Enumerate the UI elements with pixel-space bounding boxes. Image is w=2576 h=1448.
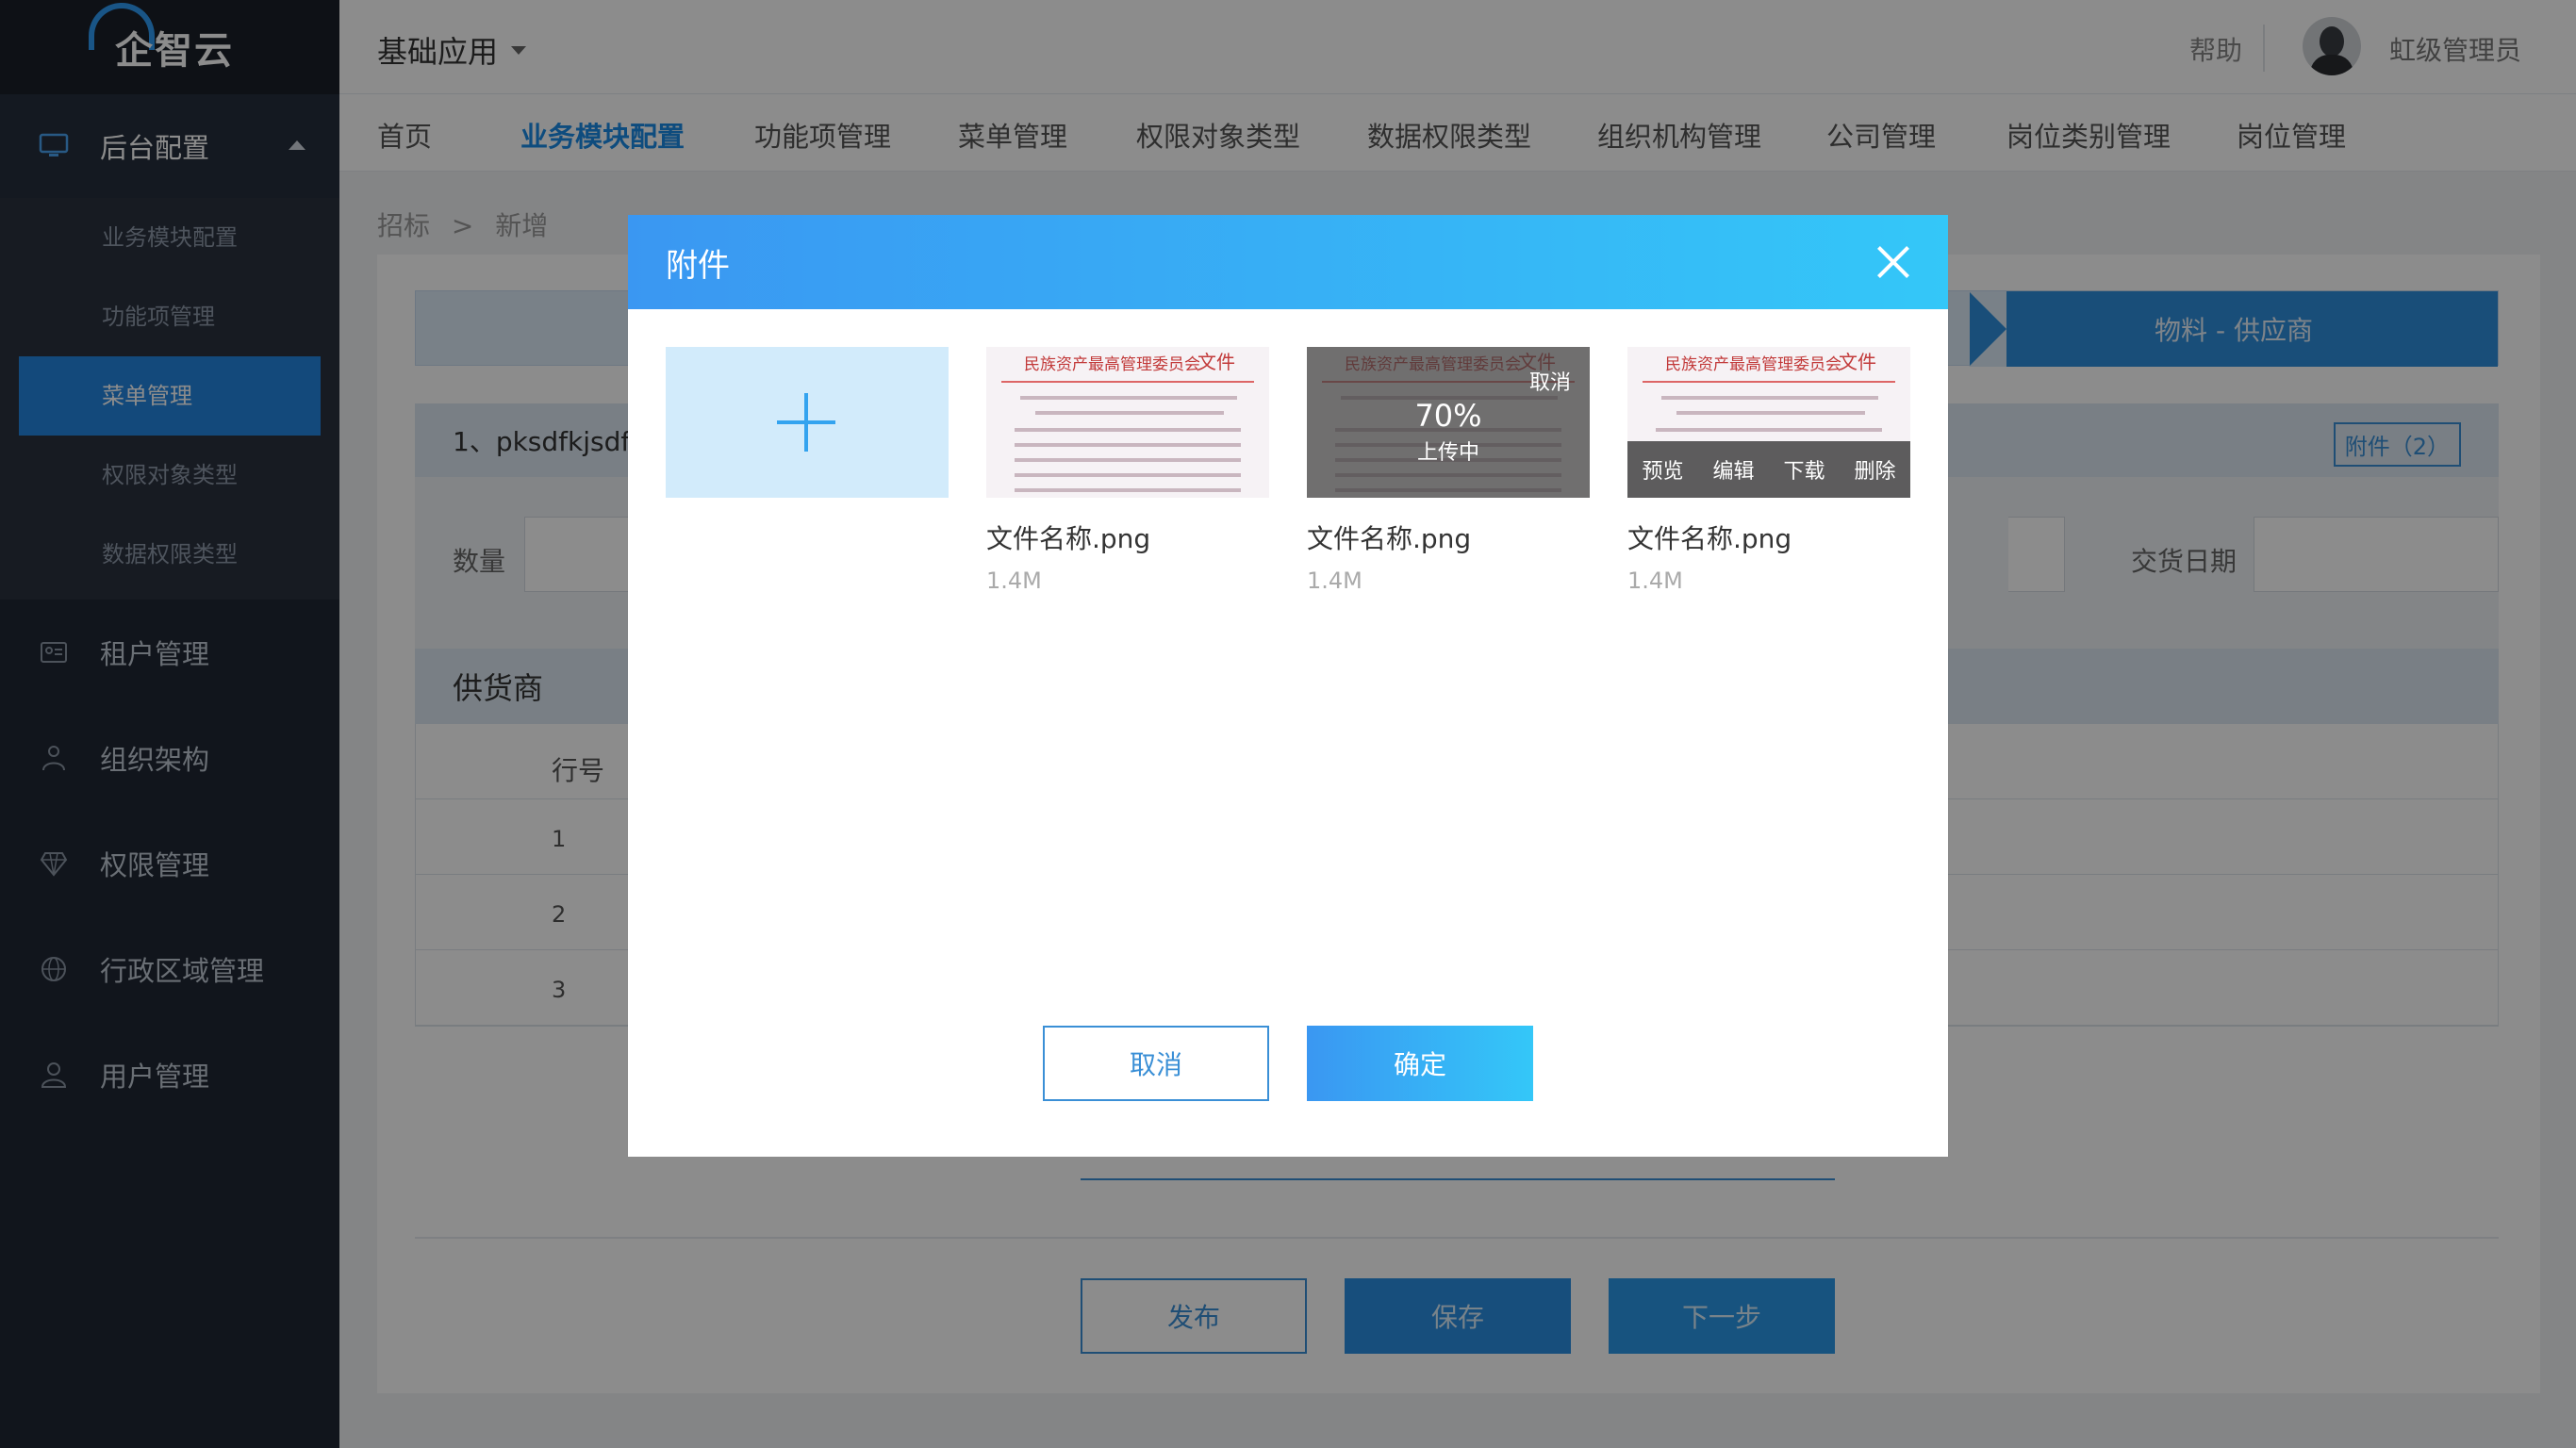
confirm-button[interactable]: 确定 bbox=[1307, 1026, 1533, 1101]
download-button[interactable]: 下载 bbox=[1783, 454, 1825, 485]
attachment-modal: 附件 民族资产最高管理委员会 文件 文件名称.png 1.4M 民族资产最高管理… bbox=[628, 215, 1948, 1157]
modal-header: 附件 bbox=[628, 215, 1948, 309]
cancel-button[interactable]: 取消 bbox=[1043, 1026, 1269, 1101]
doc-line bbox=[1015, 488, 1241, 492]
upload-progress-overlay: 取消 70% 上传中 bbox=[1307, 347, 1590, 498]
file-name: 文件名称.png bbox=[986, 523, 1151, 554]
file-size: 1.4M bbox=[1307, 568, 1362, 594]
close-icon[interactable] bbox=[1876, 245, 1910, 279]
file-name: 文件名称.png bbox=[1307, 523, 1472, 554]
modal-title: 附件 bbox=[666, 246, 730, 285]
doc-line bbox=[1020, 396, 1237, 400]
doc-line bbox=[1015, 443, 1241, 447]
doc-line bbox=[1015, 473, 1241, 477]
doc-header-text: 民族资产最高管理委员会 bbox=[1024, 355, 1200, 374]
upload-progress-percent: 70% bbox=[1414, 398, 1482, 434]
delete-button[interactable]: 删除 bbox=[1854, 454, 1895, 485]
file-name: 文件名称.png bbox=[1627, 523, 1792, 554]
doc-line bbox=[1656, 428, 1882, 432]
file-actions-bar: 预览 编辑 下载 删除 bbox=[1627, 441, 1910, 498]
file-thumbnail: 民族资产最高管理委员会 文件 预览 编辑 下载 删除 bbox=[1627, 347, 1910, 498]
file-size: 1.4M bbox=[1627, 568, 1683, 594]
doc-redline bbox=[1643, 381, 1895, 383]
doc-line bbox=[1676, 411, 1865, 415]
doc-tag-text: 文件 bbox=[1197, 351, 1235, 373]
edit-button[interactable]: 编辑 bbox=[1712, 454, 1754, 485]
doc-line bbox=[1035, 411, 1224, 415]
doc-tag-text: 文件 bbox=[1839, 351, 1876, 373]
file-size: 1.4M bbox=[986, 568, 1042, 594]
preview-button[interactable]: 预览 bbox=[1642, 454, 1683, 485]
doc-redline bbox=[1001, 381, 1254, 383]
file-thumbnail[interactable]: 民族资产最高管理委员会 文件 bbox=[986, 347, 1269, 498]
doc-line bbox=[1661, 396, 1878, 400]
file-thumbnail: 民族资产最高管理委员会 文件 取消 70% 上传中 bbox=[1307, 347, 1590, 498]
upload-status: 上传中 bbox=[1416, 441, 1479, 465]
upload-button[interactable] bbox=[666, 347, 949, 498]
plus-icon-vertical bbox=[804, 393, 808, 452]
cancel-upload-button[interactable]: 取消 bbox=[1529, 366, 1571, 396]
file-card[interactable]: 民族资产最高管理委员会 文件 文件名称.png 1.4M bbox=[986, 347, 1269, 594]
doc-line bbox=[1015, 458, 1241, 462]
file-card-uploading[interactable]: 民族资产最高管理委员会 文件 取消 70% 上传中 文件名称.png 1.4M bbox=[1307, 347, 1590, 594]
file-card-hover[interactable]: 民族资产最高管理委员会 文件 预览 编辑 下载 删除 文件名称.png 1.4M bbox=[1627, 347, 1910, 594]
doc-line bbox=[1015, 428, 1241, 432]
doc-header-text: 民族资产最高管理委员会 bbox=[1665, 355, 1841, 374]
